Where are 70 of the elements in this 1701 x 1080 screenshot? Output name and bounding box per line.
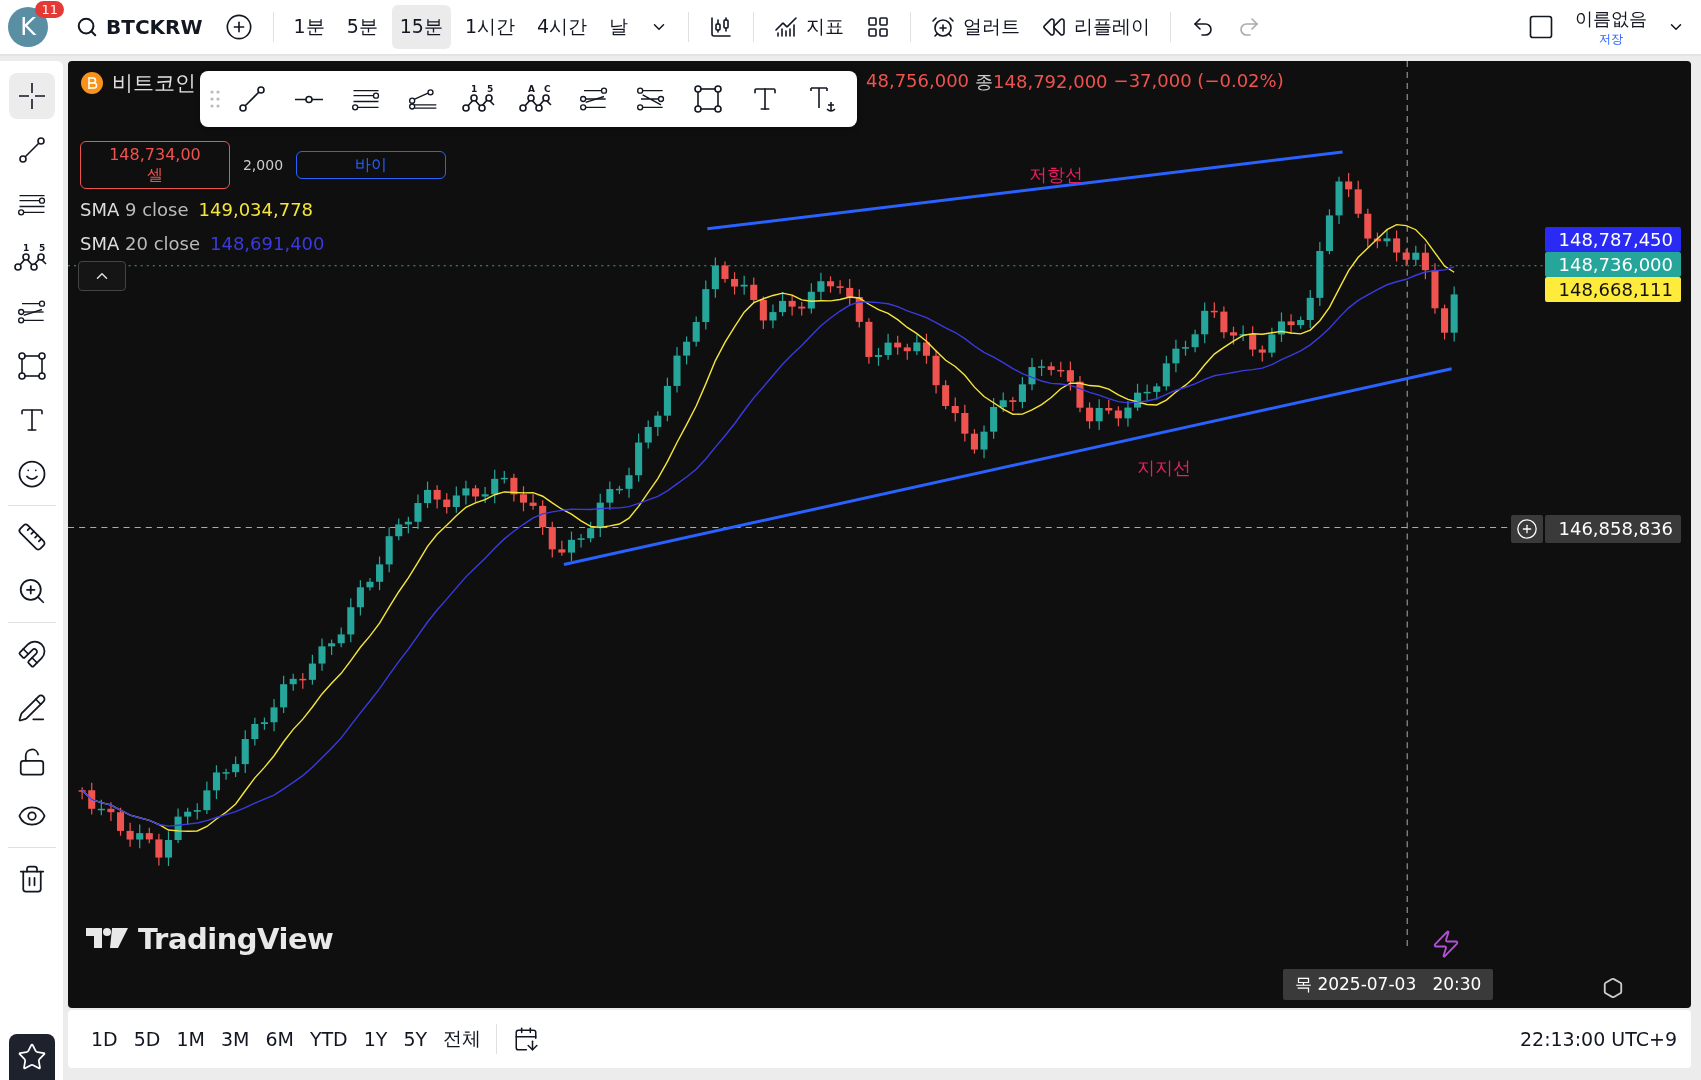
close-value: 종148,792,000 — [975, 70, 1108, 94]
crosshair-price-label: 146,858,836 — [1545, 515, 1681, 543]
star-icon — [16, 1042, 47, 1072]
sell-button[interactable]: 148,734,00 셀 — [80, 141, 230, 189]
indicators-button[interactable]: 지표 — [766, 5, 853, 49]
trend-line-icon — [16, 135, 47, 165]
drawing-tool-button[interactable] — [8, 1034, 55, 1080]
lightning-icon — [1431, 929, 1461, 959]
trend-line-icon — [236, 84, 267, 114]
date-range-button[interactable]: YTD — [302, 1024, 355, 1054]
alert-button[interactable]: 얼러트 — [923, 5, 1029, 49]
pencil-lock-icon — [16, 693, 47, 723]
add-alert-button[interactable] — [1511, 515, 1543, 543]
calendar-icon — [513, 1026, 540, 1052]
crosshair-time-label: 목 2025-07-03 20:30 — [1283, 969, 1494, 1000]
interval-tab[interactable]: 날 — [601, 5, 637, 49]
date-range-button[interactable]: 3M — [213, 1024, 257, 1054]
magnet-icon — [16, 639, 47, 669]
support-label: 지지선 — [1137, 456, 1191, 480]
date-range-button[interactable]: 1M — [169, 1024, 212, 1054]
candlestick-icon — [709, 15, 734, 39]
horizontal-line-icon — [293, 94, 324, 104]
indicator-legend: SMA 9 close 149,034,778 — [80, 195, 446, 223]
price-label: 148,668,111 — [1545, 277, 1681, 302]
symbol-name: 비트코인 — [112, 70, 196, 97]
indicator-legend: SMA 20 close 148,691,400 — [80, 229, 446, 257]
ruler-icon — [16, 522, 47, 552]
add-circle-icon — [224, 13, 253, 41]
date-range-button[interactable]: 전체 — [436, 1022, 489, 1056]
square-icon — [1527, 13, 1555, 41]
chart-icon — [774, 15, 799, 39]
price-label: 148,736,000 — [1545, 252, 1681, 277]
bitcoin-icon — [80, 71, 104, 95]
tradingview-logo-icon — [86, 928, 128, 950]
date-range-button[interactable]: 6M — [258, 1024, 301, 1054]
rectangle-icon — [16, 351, 47, 381]
search-icon — [76, 16, 98, 38]
add-circle-icon — [1516, 518, 1538, 540]
drawing-tool-button[interactable] — [8, 73, 55, 119]
crosshair-icon — [16, 81, 47, 111]
rewind-icon — [1042, 15, 1067, 39]
interval-tab[interactable]: 5분 — [338, 5, 386, 49]
change-value: −37,000 (−0.02%) — [1113, 70, 1284, 93]
interval-tab[interactable]: 1시간 — [456, 5, 523, 49]
layout-name-button[interactable]: 이름없음 저장 — [1569, 6, 1653, 48]
interval-tab[interactable]: 1분 — [285, 5, 333, 49]
drawing-tool-button[interactable]: 1 5 — [452, 75, 507, 123]
date-range-button[interactable]: 1D — [84, 1024, 125, 1054]
drawing-tool-button[interactable]: A C — [509, 75, 564, 123]
buy-button[interactable]: 바이 — [296, 151, 446, 179]
date-range-button[interactable]: 1Y — [356, 1024, 395, 1054]
rectangle-icon — [692, 84, 723, 114]
resistance-label: 저항선 — [1029, 163, 1083, 187]
interval-tab[interactable]: 15분 — [391, 5, 451, 49]
logo-text: TradingView — [138, 922, 334, 956]
date-range-button[interactable]: 5Y — [396, 1024, 435, 1054]
smiley-icon — [16, 459, 47, 489]
symbol-search-button[interactable]: BTCKRW — [68, 5, 211, 49]
date-range-button[interactable]: 5D — [126, 1024, 168, 1054]
price-label: 148,787,450 — [1545, 227, 1681, 252]
alarm-clock-icon — [931, 15, 956, 39]
settings-icon[interactable] — [1602, 977, 1624, 999]
interval-tab[interactable]: 4시간 — [529, 5, 596, 49]
ohlc-value: 48,756,000 — [866, 70, 970, 93]
drawing-tool-button[interactable]: 1 5 — [8, 235, 55, 281]
replay-button[interactable]: 리플레이 — [1034, 5, 1159, 49]
clock-time: 22:13:00 UTC+9 — [1519, 1028, 1677, 1050]
grid-icon — [866, 15, 891, 39]
spread-value: 2,000 — [241, 157, 285, 173]
notification-badge: 11 — [35, 1, 64, 18]
